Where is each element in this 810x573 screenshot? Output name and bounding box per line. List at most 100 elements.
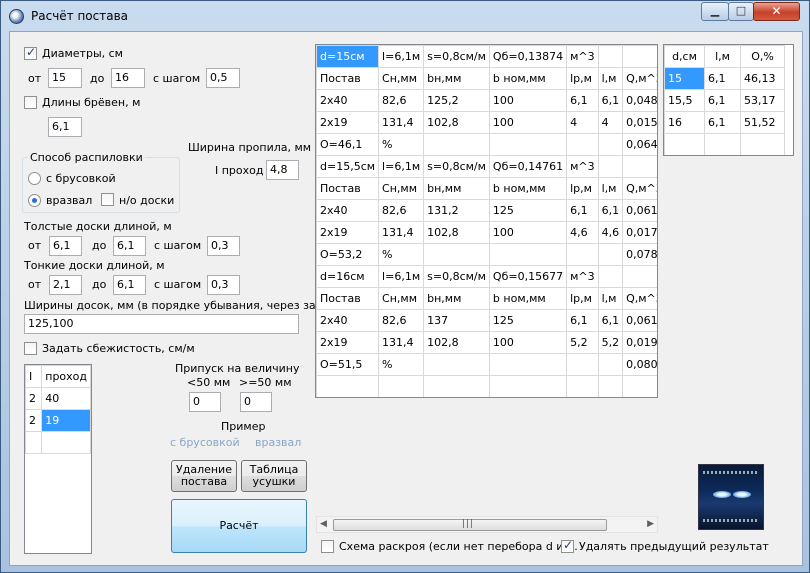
results-cell[interactable]: 2x19 — [316, 221, 380, 244]
results-cell[interactable] — [622, 155, 657, 178]
results-cell[interactable]: 131,4 — [378, 331, 425, 354]
summary-cell[interactable]: 46,13 — [740, 67, 785, 90]
results-cell[interactable]: % — [378, 133, 425, 156]
results-grid[interactable]: d=15см l=6,1м s=0,8см/м Qб=0,13874 м^3 Постав… — [315, 44, 658, 398]
results-cell[interactable]: 102,8 — [423, 111, 490, 134]
results-row[interactable] — [316, 375, 657, 397]
results-cell[interactable]: 0,061 — [622, 309, 657, 332]
results-cell[interactable]: d=16см — [316, 265, 380, 288]
maximize-button[interactable]: □ — [728, 2, 754, 21]
summary-cell[interactable]: 15,5 — [664, 89, 705, 112]
close-button[interactable]: ✕ — [753, 2, 800, 21]
results-cell[interactable]: 0,0152 — [622, 111, 657, 134]
delete-setup-button[interactable]: Удаление постава — [171, 460, 237, 492]
results-cell[interactable]: 0,08076 — [622, 353, 657, 376]
thin-from-input[interactable]: 2,1 — [49, 275, 82, 295]
results-cell[interactable] — [488, 133, 568, 156]
results-cell[interactable]: l,м — [597, 287, 624, 310]
results-cell[interactable]: 0,07848 — [622, 243, 657, 266]
results-cell[interactable]: 82,6 — [378, 199, 425, 222]
example-beam-link[interactable]: с брусовкой — [170, 436, 240, 449]
results-cell[interactable]: 2x19 — [316, 331, 380, 354]
pass-header-cell[interactable]: проход — [41, 365, 91, 388]
results-cell[interactable] — [488, 353, 568, 376]
results-cell[interactable]: d=15см — [316, 45, 380, 68]
results-cell[interactable] — [378, 375, 425, 397]
diameter-from-input[interactable]: 15 — [48, 68, 82, 88]
results-cell[interactable]: 5,2 — [566, 331, 599, 354]
results-cell[interactable]: Сн,мм — [378, 287, 425, 310]
results-cell[interactable]: O=46,1 — [316, 133, 380, 156]
results-cell[interactable]: 125 — [488, 309, 568, 332]
results-cell[interactable]: d=15,5см — [316, 155, 380, 178]
thick-step-input[interactable]: 0,3 — [207, 236, 240, 256]
pass-cell[interactable]: 2 — [24, 387, 43, 410]
results-cell[interactable]: 131,4 — [378, 221, 425, 244]
results-cell[interactable] — [423, 353, 490, 376]
results-cell[interactable]: l=6,1м — [378, 45, 425, 68]
results-cell[interactable] — [597, 265, 624, 288]
pass-cell[interactable]: 2 — [24, 409, 43, 432]
results-cell[interactable] — [316, 375, 380, 397]
results-cell[interactable]: l,м — [597, 67, 624, 90]
results-cell[interactable]: Q,м^3 — [622, 67, 657, 90]
results-cell[interactable]: Постав — [316, 67, 380, 90]
results-row[interactable]: ПоставСн,ммbн,ммb ном,ммlр,мl,мQ,м^3При — [316, 287, 657, 310]
log-lengths-checkbox[interactable] — [24, 96, 37, 109]
results-cell[interactable]: O=53,2 — [316, 243, 380, 266]
results-cell[interactable]: O=51,5 — [316, 353, 380, 376]
summary-row[interactable]: 15 6,1 46,13 — [664, 67, 785, 90]
results-cell[interactable] — [597, 155, 624, 178]
summary-row[interactable]: 16 6,1 51,52 — [664, 111, 785, 134]
results-row[interactable]: d=15,5см l=6,1м s=0,8см/м Qб=0,14761 м^3 — [316, 155, 657, 178]
results-cell[interactable] — [423, 243, 490, 266]
summary-cell[interactable]: 6,1 — [704, 67, 741, 90]
title-bar[interactable]: Расчёт постава ▁ □ ✕ — [1, 1, 809, 31]
results-cell[interactable]: l=6,1м — [378, 155, 425, 178]
results-cell[interactable] — [566, 243, 599, 266]
results-cell[interactable]: 0,061 — [622, 199, 657, 222]
allowance-ge-input[interactable]: 0 — [240, 392, 272, 412]
results-cell[interactable]: Сн,мм — [378, 67, 425, 90]
results-cell[interactable]: b ном,мм — [488, 287, 568, 310]
results-row[interactable]: ПоставСн,ммbн,ммb ном,ммlр,мl,мQ,м^3При — [316, 177, 657, 200]
summary-row[interactable] — [664, 133, 785, 155]
results-horizontal-scrollbar[interactable]: ◀ ||| ▶ — [316, 516, 658, 533]
results-cell[interactable]: 4 — [566, 111, 599, 134]
results-cell[interactable]: 2x19 — [316, 111, 380, 134]
summary-cell[interactable]: 53,17 — [740, 89, 785, 112]
summary-header-cell[interactable]: O,% — [740, 45, 785, 68]
results-row[interactable]: 2x4082,6125,21006,16,10,0488 — [316, 89, 657, 112]
summary-row[interactable]: 15,5 6,1 53,17 — [664, 89, 785, 112]
results-cell[interactable]: м^3 — [566, 265, 599, 288]
thin-to-input[interactable]: 6,1 — [113, 275, 146, 295]
results-cell[interactable]: 5,2 — [597, 331, 624, 354]
results-row[interactable]: d=15см l=6,1м s=0,8см/м Qб=0,13874 м^3 — [316, 45, 657, 68]
results-cell[interactable]: s=0,8см/м — [423, 155, 490, 178]
results-cell[interactable]: 131,4 — [378, 111, 425, 134]
pass-grid[interactable]: Iпроход 2 40 2 19 — [24, 364, 92, 554]
summary-header-cell[interactable]: d,см — [664, 45, 705, 68]
results-cell[interactable]: 6,1 — [597, 199, 624, 222]
results-cell[interactable] — [566, 353, 599, 376]
results-cell[interactable] — [597, 375, 624, 397]
results-cell[interactable]: Qб=0,13874 — [488, 45, 568, 68]
results-cell[interactable] — [597, 45, 624, 68]
results-cell[interactable] — [566, 133, 599, 156]
results-row[interactable]: O=51,5% 0,08076 — [316, 353, 657, 376]
summary-cell[interactable]: 51,52 — [740, 111, 785, 134]
results-row[interactable]: 2x19131,4102,81005,25,20,01976 — [316, 331, 657, 354]
results-cell[interactable]: Сн,мм — [378, 177, 425, 200]
results-cell[interactable]: bн,мм — [423, 177, 490, 200]
sawing-through-radio[interactable] — [28, 194, 41, 207]
summary-cell[interactable]: 15 — [664, 67, 705, 90]
pass-header-cell[interactable]: I — [24, 365, 43, 388]
unedged-boards-checkbox[interactable] — [101, 193, 114, 206]
results-cell[interactable]: bн,мм — [423, 287, 490, 310]
results-cell[interactable]: 6,1 — [566, 199, 599, 222]
delete-previous-checkbox[interactable] — [561, 538, 574, 553]
results-cell[interactable]: 125 — [488, 199, 568, 222]
results-cell[interactable]: 6,1 — [566, 309, 599, 332]
results-cell[interactable] — [622, 45, 657, 68]
scroll-left-icon[interactable]: ◀ — [320, 519, 327, 529]
